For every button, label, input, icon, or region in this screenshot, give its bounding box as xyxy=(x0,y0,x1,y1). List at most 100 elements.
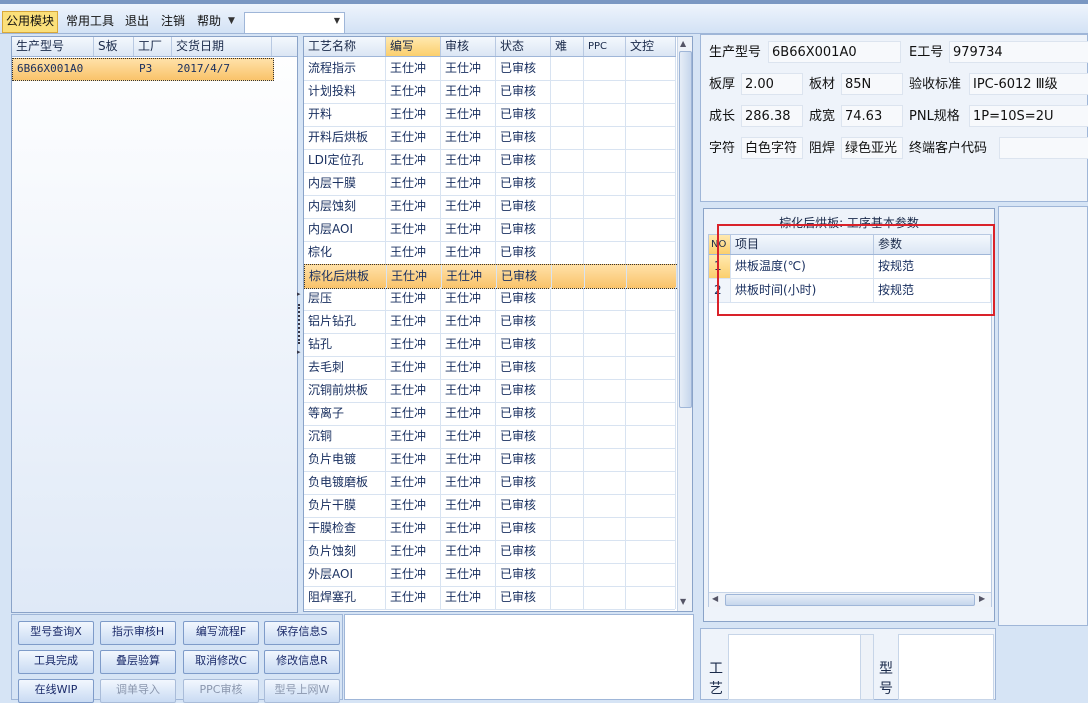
table-row[interactable]: 阻焊塞孔 王仕冲 王仕冲 已审核 xyxy=(304,586,676,610)
model-textarea[interactable] xyxy=(898,634,994,700)
craft-textarea[interactable] xyxy=(728,634,874,700)
col-reviewer[interactable]: 审核 xyxy=(441,37,496,56)
scroll-left-icon[interactable]: ◀ xyxy=(712,594,718,603)
col-factory[interactable]: 工厂 xyxy=(134,37,172,56)
chevron-down-icon[interactable]: ▼ xyxy=(228,11,240,31)
col-ppc[interactable]: PPC xyxy=(584,37,626,56)
material-field[interactable]: 85N xyxy=(841,73,903,95)
table-row[interactable]: 层压 王仕冲 王仕冲 已审核 xyxy=(304,287,676,311)
col-status[interactable]: 状态 xyxy=(496,37,551,56)
table-row[interactable]: LDI定位孔 王仕冲 王仕冲 已审核 xyxy=(304,149,676,173)
cell-writer: 王仕冲 xyxy=(386,563,441,586)
table-row[interactable]: 内层蚀刻 王仕冲 王仕冲 已审核 xyxy=(304,195,676,219)
order-import-button[interactable]: 调单导入 xyxy=(100,679,176,703)
table-row[interactable]: 流程指示 王仕冲 王仕冲 已审核 xyxy=(304,57,676,81)
width-field[interactable]: 74.63 xyxy=(841,105,903,127)
table-row[interactable]: 负片干膜 王仕冲 王仕冲 已审核 xyxy=(304,494,676,518)
table-row[interactable]: 开料 王仕冲 王仕冲 已审核 xyxy=(304,103,676,127)
splitter-handle[interactable]: ▸ ▸ xyxy=(297,290,302,360)
e-number-field[interactable]: 979734 xyxy=(949,41,1088,63)
table-row[interactable]: 开料后烘板 王仕冲 王仕冲 已审核 xyxy=(304,126,676,150)
table-row[interactable]: 负片蚀刻 王仕冲 王仕冲 已审核 xyxy=(304,540,676,564)
table-row[interactable]: 6B66X001A0 P3 2017/4/7 xyxy=(12,58,274,81)
pnl-field[interactable]: 1P=10S=2U xyxy=(969,105,1088,127)
table-row[interactable]: 沉铜前烘板 王仕冲 王仕冲 已审核 xyxy=(304,379,676,403)
col-doc-control[interactable]: 文控 xyxy=(626,37,676,56)
customer-code-field[interactable] xyxy=(999,137,1088,159)
model-upload-button[interactable]: 型号上网W xyxy=(264,679,340,703)
process-scrollbar[interactable]: ▲ ▼ xyxy=(677,37,692,611)
menu-combo-box[interactable]: ▼ xyxy=(244,12,345,34)
length-field[interactable]: 286.38 xyxy=(741,105,803,127)
table-row[interactable]: 去毛刺 王仕冲 王仕冲 已审核 xyxy=(304,356,676,380)
save-info-button[interactable]: 保存信息S xyxy=(264,621,340,645)
model-field[interactable]: 6B66X001A0 xyxy=(768,41,901,63)
stackup-check-button[interactable]: 叠层验算 xyxy=(100,650,176,674)
cell-doc-control xyxy=(626,563,676,586)
thickness-field[interactable]: 2.00 xyxy=(741,73,803,95)
cell-ppc xyxy=(584,448,626,471)
menu-common-tools[interactable]: 常用工具 xyxy=(63,11,117,31)
cell-writer: 王仕冲 xyxy=(386,103,441,126)
col-sboard[interactable]: S板 xyxy=(94,37,134,56)
material-label: 板材 xyxy=(809,77,836,92)
col-difficulty[interactable]: 难 xyxy=(551,37,584,56)
table-row[interactable]: 沉铜 王仕冲 王仕冲 已审核 xyxy=(304,425,676,449)
cell-reviewer: 王仕冲 xyxy=(441,356,496,379)
cell-writer: 王仕冲 xyxy=(386,218,441,241)
scroll-right-icon[interactable]: ▶ xyxy=(979,594,985,603)
menu-bar: 公用模块 常用工具 退出 注销 帮助 ▼ ▼ xyxy=(0,0,1088,34)
cell-reviewer: 王仕冲 xyxy=(441,103,496,126)
table-row[interactable]: 铝片钻孔 王仕冲 王仕冲 已审核 xyxy=(304,310,676,334)
table-row[interactable]: 等离子 王仕冲 王仕冲 已审核 xyxy=(304,402,676,426)
table-row[interactable]: 计划投料 王仕冲 王仕冲 已审核 xyxy=(304,80,676,104)
model-query-button[interactable]: 型号查询X xyxy=(18,621,94,645)
col-model[interactable]: 生产型号 xyxy=(12,37,94,56)
table-row[interactable]: 干膜检查 王仕冲 王仕冲 已审核 xyxy=(304,517,676,541)
table-row[interactable]: 负片电镀 王仕冲 王仕冲 已审核 xyxy=(304,448,676,472)
menu-exit[interactable]: 退出 xyxy=(122,11,152,31)
chevron-down-icon[interactable]: ▼ xyxy=(334,16,340,25)
table-row[interactable]: 负电镀磨板 王仕冲 王仕冲 已审核 xyxy=(304,471,676,495)
cell-process-name: 层压 xyxy=(304,287,386,310)
standard-field[interactable]: IPC-6012 Ⅲ级 xyxy=(969,73,1088,95)
scroll-thumb[interactable] xyxy=(725,594,975,606)
length-label: 成长 xyxy=(709,109,736,124)
modify-info-button[interactable]: 修改信息R xyxy=(264,650,340,674)
model-grid: 生产型号 S板 工厂 交货日期 6B66X001A0 P3 2017/4/7 xyxy=(11,36,298,613)
tool-complete-button[interactable]: 工具完成 xyxy=(18,650,94,674)
solder-mask-field[interactable]: 绿色亚光 xyxy=(841,137,903,159)
params-hscrollbar[interactable]: ◀ ▶ xyxy=(709,592,991,607)
col-writer[interactable]: 编写 xyxy=(386,37,441,56)
menu-logout[interactable]: 注销 xyxy=(158,11,188,31)
thickness-label: 板厚 xyxy=(709,77,736,92)
online-wip-button[interactable]: 在线WIP xyxy=(18,679,94,703)
write-flow-button[interactable]: 编写流程F xyxy=(183,621,259,645)
table-row[interactable]: 内层AOI 王仕冲 王仕冲 已审核 xyxy=(304,218,676,242)
menu-help[interactable]: 帮助 xyxy=(194,11,224,31)
table-row[interactable]: 棕化后烘板 王仕冲 王仕冲 已审核 xyxy=(304,264,677,289)
cell-reviewer: 王仕冲 xyxy=(441,448,496,471)
menu-public-module[interactable]: 公用模块 xyxy=(2,11,59,33)
character-field[interactable]: 白色字符 xyxy=(741,137,803,159)
cell-reviewer: 王仕冲 xyxy=(441,402,496,425)
table-row[interactable]: 钻孔 王仕冲 王仕冲 已审核 xyxy=(304,333,676,357)
scroll-thumb[interactable] xyxy=(679,51,692,408)
table-row[interactable]: 棕化 王仕冲 王仕冲 已审核 xyxy=(304,241,676,265)
table-row[interactable]: 外层AOI 王仕冲 王仕冲 已审核 xyxy=(304,563,676,587)
instruction-review-button[interactable]: 指示审核H xyxy=(100,621,176,645)
col-delivery-date[interactable]: 交货日期 xyxy=(172,37,272,56)
scroll-up-icon[interactable]: ▲ xyxy=(680,39,686,48)
scroll-down-icon[interactable]: ▼ xyxy=(680,597,686,606)
cell-writer: 王仕冲 xyxy=(386,126,441,149)
cell-writer: 王仕冲 xyxy=(386,80,441,103)
cell-status: 已审核 xyxy=(497,265,552,288)
cell-reviewer: 王仕冲 xyxy=(442,265,497,288)
craft-scrollbar[interactable] xyxy=(860,635,873,699)
ppc-review-button[interactable]: PPC审核 xyxy=(183,679,259,703)
cell-difficulty xyxy=(551,494,584,517)
blank-panel xyxy=(344,614,694,700)
col-process-name[interactable]: 工艺名称 xyxy=(304,37,386,56)
table-row[interactable]: 内层干膜 王仕冲 王仕冲 已审核 xyxy=(304,172,676,196)
cancel-edit-button[interactable]: 取消修改C xyxy=(183,650,259,674)
